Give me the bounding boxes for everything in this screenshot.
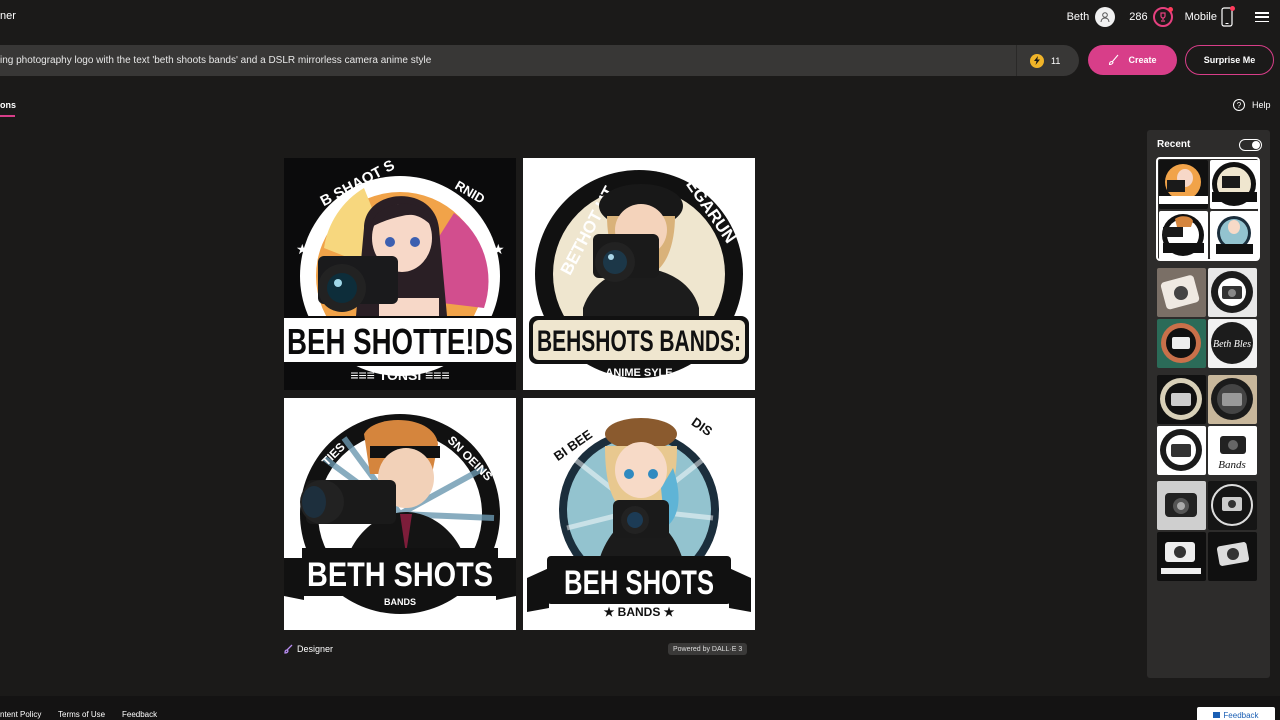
footer: [0, 696, 1280, 720]
designer-brand-label: Designer: [297, 644, 334, 654]
generated-image-1[interactable]: B SHAOT S RNID ★ ★ BEH SHOTTE!DS ≡≡≡ TONS…: [284, 158, 516, 390]
recent-toggle[interactable]: [1239, 139, 1262, 151]
prompt-input[interactable]: ing photography logo with the text 'beth…: [0, 55, 1016, 66]
tab-creations[interactable]: ons: [0, 100, 16, 110]
create-label: Create: [1128, 55, 1157, 65]
recent-group-4[interactable]: [1157, 481, 1259, 583]
svg-text:BEH SHOTTE!DS: BEH SHOTTE!DS: [287, 321, 513, 362]
terms-of-use-link[interactable]: Terms of Use: [58, 710, 105, 719]
surprise-me-button[interactable]: Surprise Me: [1185, 45, 1274, 75]
designer-brand: Designer: [284, 644, 333, 654]
user-name[interactable]: Beth: [1067, 11, 1090, 23]
designer-logo-icon: [284, 644, 293, 654]
recent-thumb[interactable]: [1210, 160, 1259, 209]
svg-text:Bands: Bands: [1218, 459, 1246, 471]
recent-group-1[interactable]: [1156, 157, 1260, 261]
header-actions: Beth 286 Mobile: [1067, 5, 1280, 29]
rewards-button[interactable]: [1152, 7, 1173, 27]
recent-thumb[interactable]: Bands: [1208, 426, 1257, 475]
feedback-icon: [1213, 712, 1221, 718]
generated-image-3[interactable]: TIES SN OEINS BETH SHOTS BANDS: [284, 398, 516, 630]
recent-thumb[interactable]: [1157, 426, 1206, 475]
lightning-icon: [1030, 53, 1044, 68]
help-label: Help: [1252, 100, 1271, 110]
feedback-button[interactable]: Feedback: [1197, 707, 1275, 720]
person-icon: [1100, 12, 1110, 23]
svg-text:ANIME SYLE: ANIME SYLE: [605, 367, 672, 379]
generated-image-4[interactable]: BI BEE DIS BEH SHOTS ★ BANDS ★: [523, 398, 755, 630]
recent-thumb[interactable]: [1208, 532, 1257, 581]
recent-thumb[interactable]: [1157, 319, 1206, 368]
recent-thumb[interactable]: [1208, 268, 1257, 317]
content-policy-link[interactable]: ntent Policy: [0, 710, 41, 719]
help-icon: ?: [1233, 99, 1245, 111]
recent-thumb[interactable]: [1208, 481, 1257, 530]
feedback-button-label: Feedback: [1223, 711, 1259, 720]
svg-text:BETH SHOTS: BETH SHOTS: [307, 556, 493, 594]
recent-thumb[interactable]: [1157, 268, 1206, 317]
recent-thumb[interactable]: [1159, 160, 1208, 209]
help-button[interactable]: ? Help: [1233, 99, 1271, 111]
recent-thumb[interactable]: [1210, 211, 1259, 260]
svg-text:★: ★: [296, 241, 309, 257]
boost-count: 11: [1051, 55, 1061, 66]
recent-thumb[interactable]: Beth Bles: [1208, 319, 1257, 368]
notification-dot: [1167, 7, 1173, 12]
boost-counter[interactable]: 11: [1030, 53, 1061, 68]
brush-icon: [1109, 54, 1119, 66]
avatar[interactable]: [1095, 7, 1116, 27]
divider: [1016, 45, 1017, 76]
recent-thumb[interactable]: [1157, 481, 1206, 530]
recent-title: Recent: [1157, 139, 1191, 150]
svg-text:★ BANDS ★: ★ BANDS ★: [604, 605, 675, 619]
powered-by-badge: Powered by DALL·E 3: [668, 643, 748, 655]
feedback-link[interactable]: Feedback: [122, 710, 157, 719]
mobile-button[interactable]: [1221, 6, 1235, 27]
prompt-bar: ing photography logo with the text 'beth…: [0, 45, 1079, 76]
svg-text:BEHSHOTS BANDS:: BEHSHOTS BANDS:: [537, 325, 741, 358]
app-title: ner: [0, 10, 16, 22]
recent-panel: Recent Beth Bles Bands: [1147, 130, 1270, 678]
tab-indicator: [0, 115, 15, 117]
notification-dot: [1230, 6, 1235, 11]
recent-thumb[interactable]: [1159, 211, 1208, 260]
trophy-icon: [1159, 12, 1166, 22]
svg-text:≡≡≡ TONSI ≡≡≡: ≡≡≡ TONSI ≡≡≡: [350, 367, 449, 383]
generated-image-2[interactable]: BETHOT HT EGARUN BEHSHOTS BANDS: ANIME S…: [523, 158, 755, 390]
recent-thumb[interactable]: [1208, 375, 1257, 424]
recent-thumb[interactable]: [1157, 532, 1206, 581]
rewards-points: 286: [1129, 11, 1148, 23]
recent-group-3[interactable]: Bands: [1157, 375, 1259, 477]
mobile-label[interactable]: Mobile: [1185, 11, 1217, 23]
hamburger-menu-icon[interactable]: [1255, 10, 1269, 24]
recent-group-2[interactable]: Beth Bles: [1157, 268, 1259, 370]
svg-text:Beth Bles: Beth Bles: [1213, 339, 1251, 350]
create-button[interactable]: Create: [1088, 45, 1177, 75]
svg-text:BEH SHOTS: BEH SHOTS: [564, 564, 714, 602]
svg-text:BANDS: BANDS: [384, 597, 416, 607]
svg-text:★: ★: [492, 241, 505, 257]
recent-thumb[interactable]: [1157, 375, 1206, 424]
